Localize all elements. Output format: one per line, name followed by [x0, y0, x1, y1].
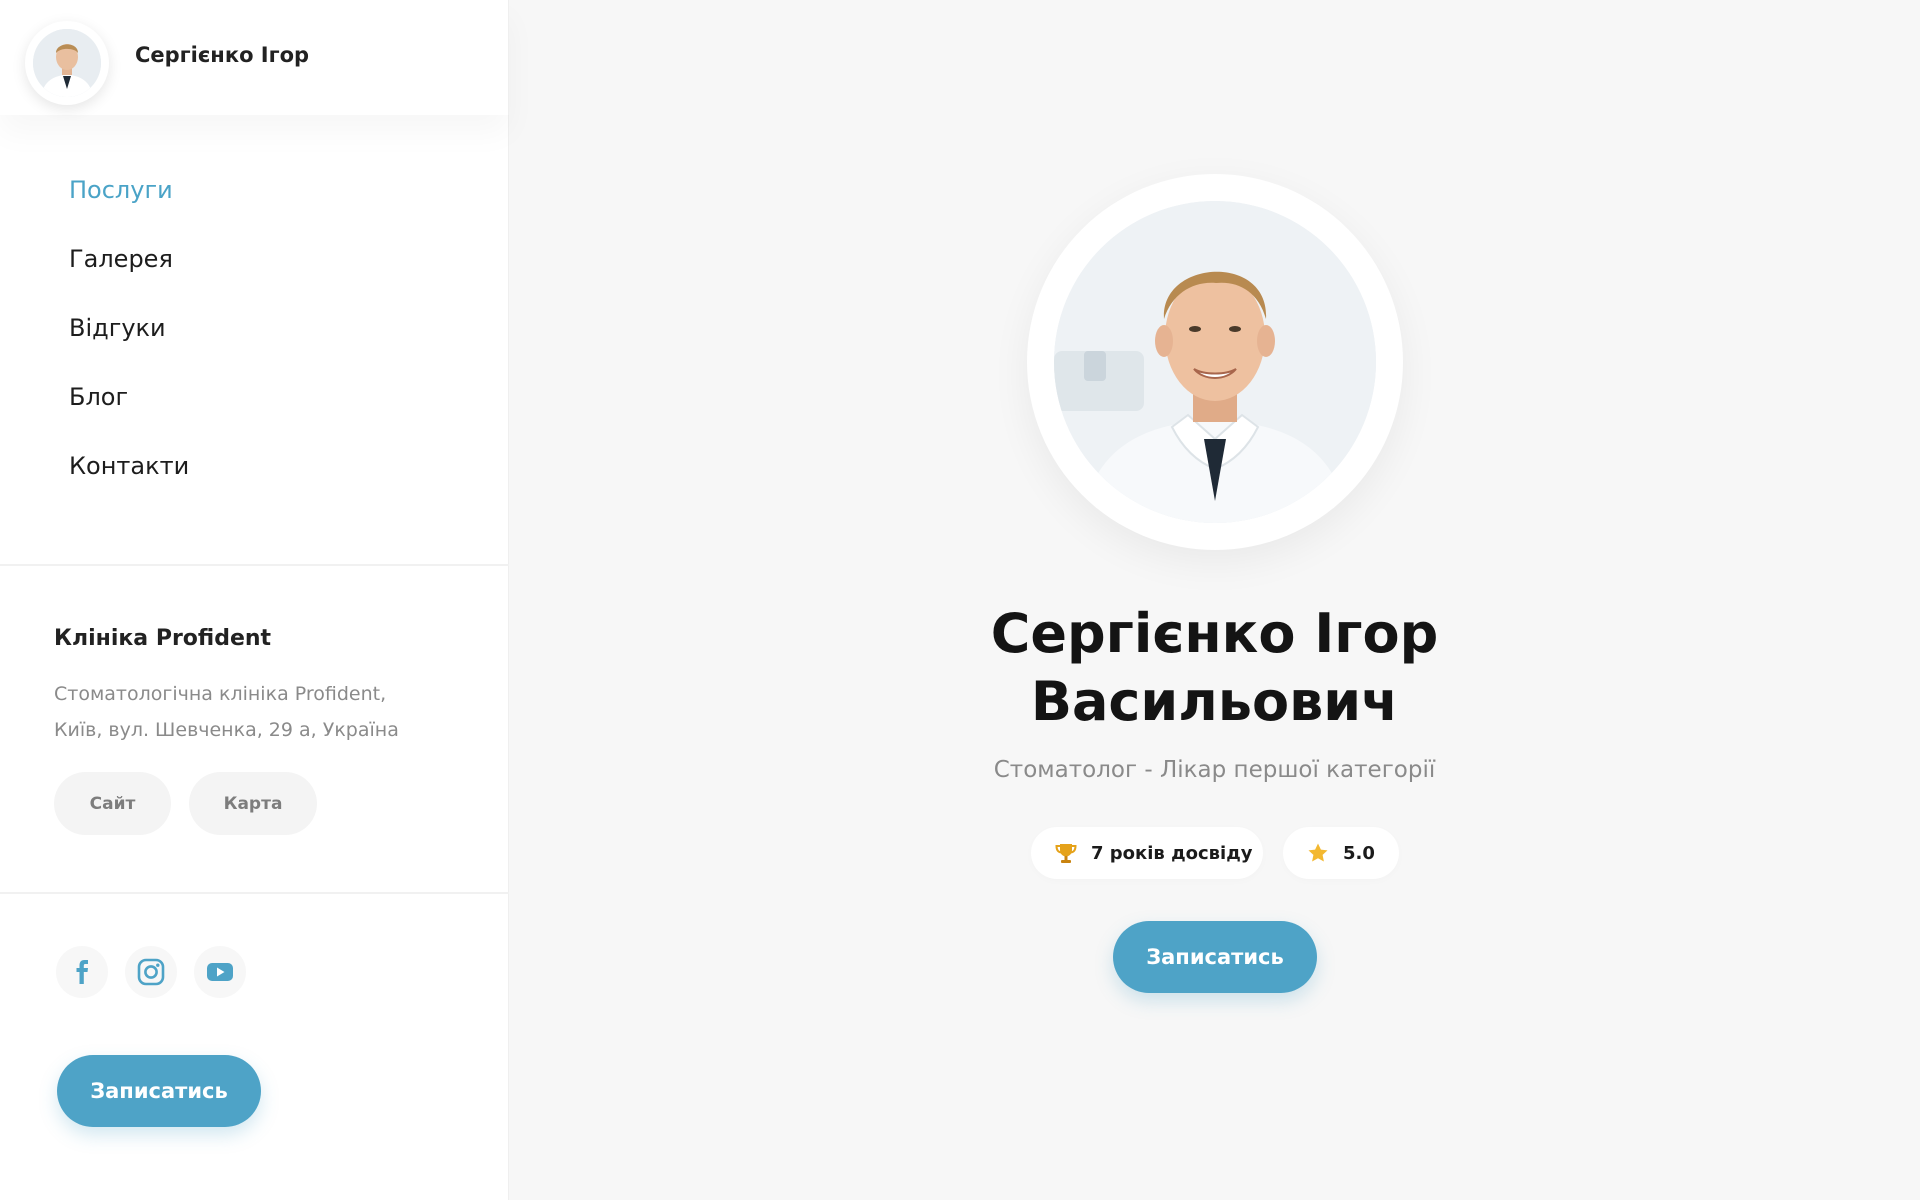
doctor-name-line: Васильович [1030, 670, 1399, 733]
youtube-icon[interactable] [194, 946, 246, 998]
experience-badge: 7 років досвіду [1031, 827, 1263, 879]
experience-text: 7 років досвіду [1091, 842, 1253, 864]
clinic-address-line: Київ, вул. Шевченка, 29 а, Україна [54, 719, 399, 741]
facebook-icon[interactable] [56, 946, 108, 998]
book-appointment-button[interactable]: Записатись [1113, 921, 1317, 993]
rating-badge: 5.0 [1283, 827, 1399, 879]
site-button[interactable]: Сайт [54, 772, 171, 835]
nav-item-gallery[interactable]: Галерея [69, 239, 189, 308]
clinic-address: Стоматологічна клініка Profident, Київ, … [54, 676, 454, 748]
doctor-photo [1027, 174, 1403, 550]
sidebar-header: Сергієнко Ігор [0, 0, 509, 115]
divider [0, 564, 509, 566]
map-button[interactable]: Карта [189, 772, 317, 835]
avatar-photo [33, 29, 101, 97]
trophy-icon [1055, 842, 1077, 864]
star-icon [1307, 842, 1329, 864]
rating-value: 5.0 [1343, 842, 1375, 864]
doctor-specialty: Стоматолог - Лікар першої категорії [993, 757, 1436, 783]
sidebar-nav: Послуги Галерея Відгуки Блог Контакти [69, 170, 189, 515]
sidebar-doctor-name: Сергієнко Ігор [135, 43, 310, 67]
page: Сергієнко Ігор Послуги Галерея Відгуки Б… [0, 0, 1920, 1200]
sidebar-book-button[interactable]: Записатись [57, 1055, 261, 1127]
divider [0, 892, 509, 894]
nav-item-services[interactable]: Послуги [69, 170, 189, 239]
doctor-photo-image [1054, 201, 1376, 523]
nav-item-contacts[interactable]: Контакти [69, 446, 189, 515]
doctor-name-line: Сергієнко Ігор [990, 602, 1439, 665]
instagram-icon[interactable] [125, 946, 177, 998]
nav-item-blog[interactable]: Блог [69, 377, 189, 446]
sidebar: Сергієнко Ігор Послуги Галерея Відгуки Б… [0, 0, 509, 1200]
clinic-address-line: Стоматологічна клініка Profident, [54, 683, 387, 705]
nav-item-reviews[interactable]: Відгуки [69, 308, 189, 377]
doctor-full-name: Сергієнко Ігор Васильович [509, 600, 1920, 736]
avatar[interactable] [25, 21, 109, 105]
main-content: Сергієнко Ігор Васильович Стоматолог - Л… [509, 0, 1920, 1200]
clinic-title: Клініка Profident [54, 626, 272, 651]
